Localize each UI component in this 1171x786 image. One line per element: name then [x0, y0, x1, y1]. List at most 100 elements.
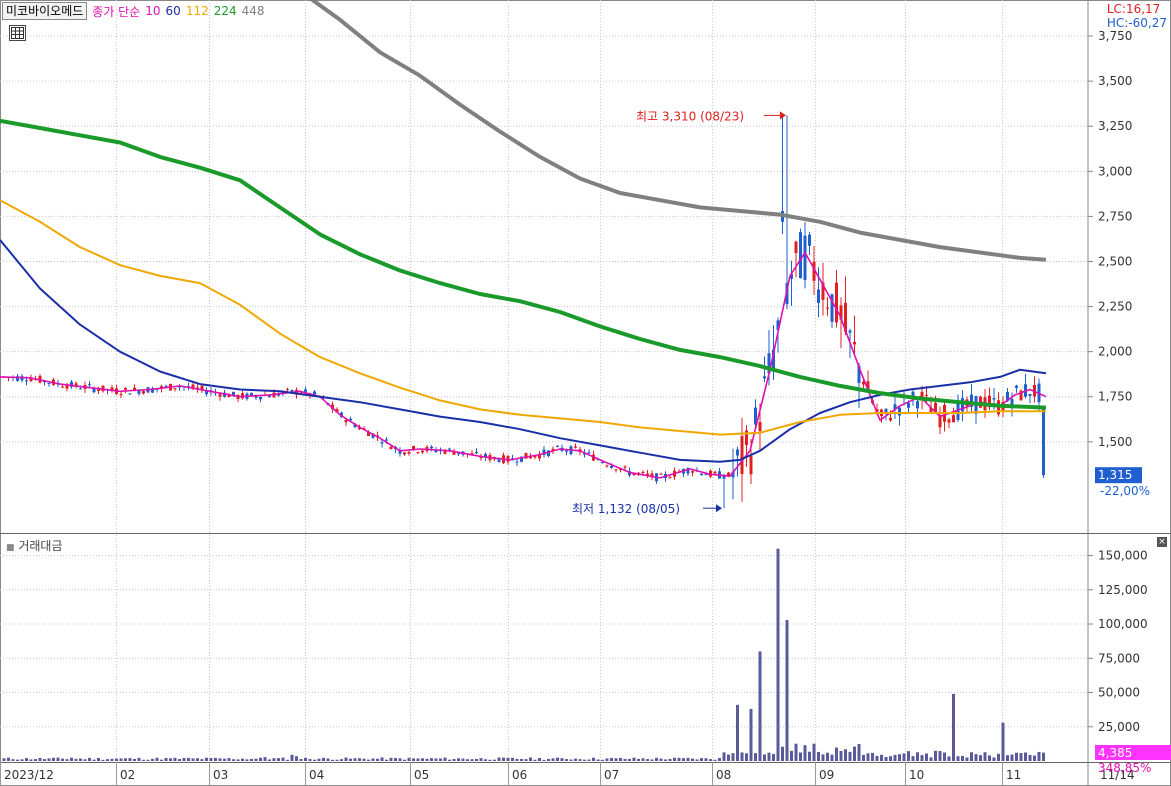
candle-body — [898, 407, 901, 416]
volume-bar — [200, 759, 204, 761]
volume-bar — [20, 759, 24, 761]
volume-bar — [1019, 753, 1023, 761]
volume-panel-title: ■ 거래대금 — [6, 537, 63, 554]
volume-bar — [124, 758, 127, 761]
volume-bar — [79, 758, 82, 761]
ma-60-label: 60 — [165, 4, 181, 18]
volume-bar — [601, 759, 604, 761]
volume-bar — [259, 757, 262, 761]
volume-bar — [983, 752, 987, 761]
volume-bar — [133, 758, 136, 761]
ticker-name[interactable]: 미코바이오메드 — [2, 2, 88, 20]
volume-bar — [488, 759, 492, 761]
candle-body — [79, 388, 82, 390]
volume-bar — [569, 759, 573, 761]
volume-bar — [394, 758, 397, 761]
volume-bar — [542, 759, 546, 761]
candle-body — [736, 449, 739, 456]
volume-bar — [803, 745, 807, 761]
stock-chart[interactable]: 2023/12 02 03 04 05 06 07 08 09 10 11 11/143,7503,5… — [0, 0, 1171, 786]
volume-bar — [506, 757, 510, 761]
volume-bar — [371, 758, 375, 761]
y-tick-label: 125,000 — [1098, 583, 1148, 597]
volume-bar — [650, 759, 654, 761]
volume-bar — [164, 757, 168, 761]
volume-bar — [776, 548, 780, 761]
candle-body — [605, 465, 609, 467]
y-tick-label: 3,750 — [1098, 29, 1132, 43]
volume-bar — [245, 759, 249, 761]
volume-bar — [16, 759, 19, 761]
volume-bar — [889, 756, 892, 761]
candle-body — [250, 392, 253, 396]
volume-bar — [466, 759, 469, 761]
lc-hc-readout: LC:16,17 HC:-60,27 — [1107, 2, 1167, 30]
volume-bar — [407, 757, 411, 761]
volume-bar — [781, 746, 784, 761]
candle-body — [25, 380, 28, 382]
close-icon[interactable]: × — [1157, 537, 1167, 547]
volume-bar — [43, 759, 46, 761]
volume-bar — [205, 757, 208, 761]
volume-bar — [646, 759, 649, 761]
candle-body — [173, 388, 177, 390]
volume-bar — [664, 759, 667, 761]
candle-body — [722, 476, 726, 479]
candle-body — [124, 388, 127, 390]
volume-bar — [628, 758, 631, 761]
y-tick-label: 2,750 — [1098, 209, 1132, 223]
volume-bar — [533, 759, 537, 761]
volume-bar — [317, 758, 321, 761]
volume-bar — [308, 759, 312, 761]
volume-bar — [592, 757, 595, 761]
volume-bar — [173, 757, 177, 761]
volume-bar — [344, 757, 348, 761]
candle-body — [218, 394, 222, 397]
last-volume-value: 4,385 — [1098, 746, 1132, 760]
volume-bar — [794, 743, 798, 761]
candle-body — [835, 282, 838, 323]
volume-bar — [1015, 752, 1018, 761]
volume-bar — [767, 752, 771, 761]
volume-bar — [790, 750, 793, 761]
volume-bar — [772, 754, 775, 761]
y-tick-label: 2,500 — [1098, 254, 1132, 268]
volume-bar — [871, 752, 874, 761]
volume-bar — [583, 759, 586, 761]
volume-bar — [835, 747, 838, 761]
table-grid-icon[interactable] — [9, 25, 26, 41]
candle-body — [817, 289, 820, 303]
volume-bar — [745, 753, 748, 761]
square-bullet-icon: ■ — [6, 543, 15, 553]
candle-body — [992, 397, 996, 400]
volume-bar — [475, 758, 478, 761]
volume-bar — [610, 757, 613, 761]
volume-bar — [682, 758, 685, 761]
y-tick-label: 100,000 — [1098, 617, 1148, 631]
ma-112-label: 112 — [185, 4, 209, 18]
candle-body — [416, 452, 420, 454]
volume-bar — [484, 759, 487, 761]
volume-bar — [286, 759, 289, 761]
low-arrow-head — [716, 504, 722, 513]
candle-body — [142, 391, 145, 394]
candle-body — [758, 421, 762, 432]
candle-body — [128, 393, 132, 395]
volume-bar — [457, 758, 460, 761]
volume-bar — [110, 758, 114, 761]
volume-bar — [119, 758, 123, 761]
volume-bar — [403, 759, 406, 761]
y-tick-label: 3,500 — [1098, 74, 1132, 88]
volume-bar — [196, 758, 199, 761]
volume-bar — [916, 752, 919, 761]
volume-bar — [241, 758, 244, 761]
volume-bar — [218, 758, 222, 761]
lc-value: LC:16,17 — [1106, 2, 1161, 16]
low-annotation: 최저 1,132 (08/05) — [572, 502, 680, 516]
candle-body — [952, 415, 955, 423]
volume-bar — [799, 752, 802, 761]
y-tick-label: 50,000 — [1098, 686, 1140, 700]
volume-bar — [830, 754, 834, 761]
volume-bar — [713, 759, 717, 761]
x-tick-label: 09 — [819, 768, 834, 782]
